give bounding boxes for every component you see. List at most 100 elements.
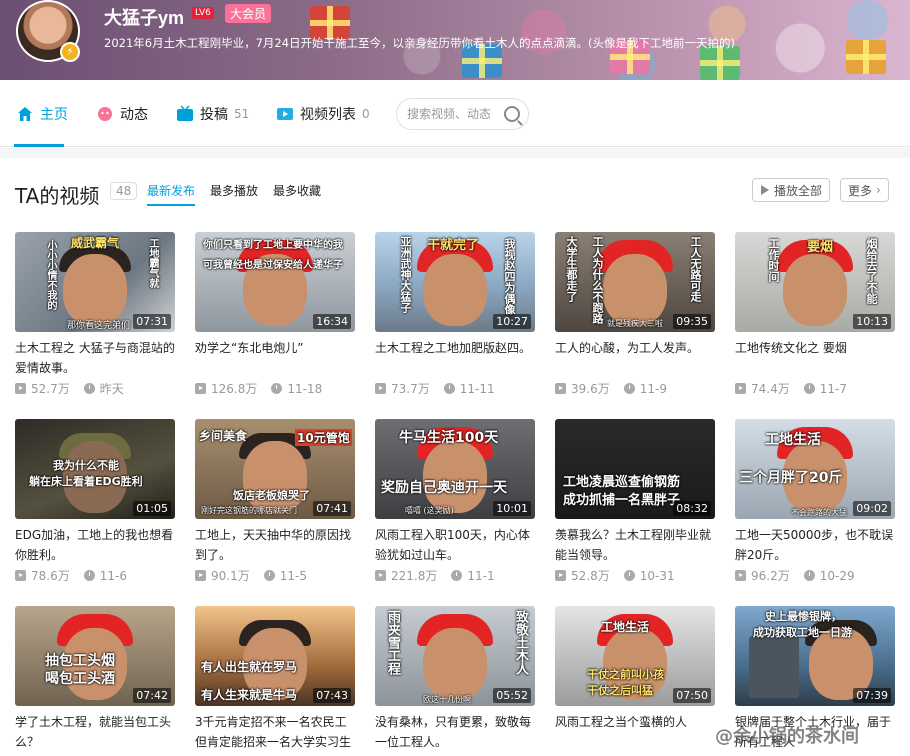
play-count-icon — [375, 383, 386, 394]
video-title[interactable]: 学了土木工程，就能当包工头么？ — [15, 712, 175, 752]
video-title[interactable]: EDG加油，工地上的我也想看你胜利。 — [15, 525, 175, 565]
clock-icon — [623, 570, 635, 581]
play-count-icon — [15, 383, 26, 394]
profile-signature: 2021年6月土木工程刚毕业，7月24日开始干施工至今，以亲身经历带你看土木人的… — [104, 36, 736, 50]
search-input[interactable]: 搜索视频、动态 — [396, 98, 529, 130]
clock-icon — [623, 383, 635, 394]
video-title[interactable]: 土木工程之工地加肥版赵四。 — [375, 338, 535, 378]
video-card[interactable]: 牛马生活100天 奖励自己奥迪开一天 嘻嘻 (这奖励) 10:01 风雨工程入职… — [375, 419, 537, 597]
video-thumbnail[interactable]: 要烟 工作时间 烟给去了不能 10:13 — [735, 232, 895, 332]
video-title[interactable]: 没有桑林，只有更累，致敬每一位工程人。 — [375, 712, 535, 752]
thumbnail-overlay-text: 工作时间 — [767, 238, 780, 282]
play-all-button[interactable]: 播放全部 — [752, 178, 831, 202]
video-duration: 09:35 — [673, 314, 711, 329]
tab-posts[interactable]: 投稿 51 — [176, 104, 249, 124]
video-duration: 10:01 — [493, 501, 531, 516]
thumbnail-overlay-text: 史上最惨银牌， — [765, 610, 842, 623]
video-card[interactable]: 威武霸气 小小小情不我的 工地霸气就 那你看这完弟们 07:31 土木工程之 大… — [15, 232, 177, 410]
tv-icon — [177, 105, 193, 121]
video-card[interactable]: 要烟 工作时间 烟给去了不能 10:13 工地传统文化之 要烟 74.4万 11… — [735, 232, 897, 410]
video-card[interactable]: 乡间美食 10元管饱 饭店老板娘哭了 刚好完这钢筋的哪店就关门 07:41 工地… — [195, 419, 357, 597]
video-card[interactable]: 你们只看到了工地上要中华的我 可我曾经也是过保安给人递华子 16:34 劝学之“… — [195, 232, 357, 410]
thumbnail-overlay-text: 可我曾经也是过保安给人递华子 — [203, 260, 343, 271]
video-thumbnail[interactable]: 雨夹雪工程 致敬土木人 欧这十几份啊 05:52 — [375, 606, 535, 706]
sort-latest[interactable]: 最新发布 — [147, 182, 195, 199]
thumbnail-overlay-text: 致敬土木人 — [513, 610, 528, 675]
sort-most-played[interactable]: 最多播放 — [210, 182, 258, 199]
publish-date: 11-18 — [287, 381, 323, 396]
tab-dynamic[interactable]: 动态 — [96, 104, 148, 124]
video-thumbnail[interactable]: 有人出生就在罗马 有人生来就是牛马 07:43 — [195, 606, 355, 706]
thumbnail-overlay-text: 工地生活 — [601, 620, 650, 634]
video-thumbnail[interactable]: 工地凌晨巡查偷钢筋 成功抓捕一名黑胖子 08:32 — [555, 419, 715, 519]
video-title[interactable]: 工人的心酸，为工人发声。 — [555, 338, 715, 378]
sort-most-favorited[interactable]: 最多收藏 — [273, 182, 321, 199]
video-thumbnail[interactable]: 你们只看到了工地上要中华的我 可我曾经也是过保安给人递华子 16:34 — [195, 232, 355, 332]
video-thumbnail[interactable]: 抽包工头烟 喝包工头酒 07:42 — [15, 606, 175, 706]
level-badge: LV6 — [192, 7, 214, 19]
dynamic-icon — [98, 107, 112, 121]
gift-box-icon — [700, 46, 740, 80]
video-thumbnail[interactable]: 工地生活 干仗之前叫小孩 干仗之后叫猛 07:50 — [555, 606, 715, 706]
video-card[interactable]: 工地生活 干仗之前叫小孩 干仗之后叫猛 07:50 风雨工程之当个蛮横的人 — [555, 606, 717, 756]
video-title[interactable]: 劝学之“东北电炮儿” — [195, 338, 355, 378]
search-icon[interactable] — [504, 106, 520, 122]
thumbnail-overlay-text: 三个月胖了20斤 — [739, 470, 843, 486]
video-thumbnail[interactable]: 乡间美食 10元管饱 饭店老板娘哭了 刚好完这钢筋的哪店就关门 07:41 — [195, 419, 355, 519]
gift-box-icon — [846, 40, 886, 74]
video-thumbnail[interactable]: 牛马生活100天 奖励自己奥迪开一天 嘻嘻 (这奖励) 10:01 — [375, 419, 535, 519]
video-title[interactable]: 工地传统文化之 要烟 — [735, 338, 895, 378]
video-thumbnail[interactable]: 我为什么不能 躺在床上看着EDG胜利 01:05 — [15, 419, 175, 519]
clock-icon — [271, 383, 283, 394]
home-icon — [18, 107, 32, 121]
video-thumbnail[interactable]: 工地生活 三个月胖了20斤 不会跑路的大猛 09:02 — [735, 419, 895, 519]
play-count-icon — [735, 570, 746, 581]
video-duration: 07:42 — [133, 688, 171, 703]
video-duration: 10:13 — [853, 314, 891, 329]
video-thumbnail[interactable]: 大学生都走了 工人为什么不跑路 工人无路可走 就是残疾大三啦 09:35 — [555, 232, 715, 332]
more-button[interactable]: 更多 › — [840, 178, 889, 202]
video-duration: 07:39 — [853, 688, 891, 703]
video-title[interactable]: 风雨工程之当个蛮横的人 — [555, 712, 715, 752]
video-title[interactable]: 风雨工程入职100天，内心体验犹如过山车。 — [375, 525, 535, 565]
tab-playlist[interactable]: 视频列表 0 — [276, 104, 370, 124]
video-card[interactable]: 干就完了 亚洲武神大猛子 我视赵四为偶像 10:27 土木工程之工地加肥版赵四。… — [375, 232, 537, 410]
video-title[interactable]: 羡慕我么？土木工程刚毕业就能当领导。 — [555, 525, 715, 565]
video-card[interactable]: 有人出生就在罗马 有人生来就是牛马 07:43 3千元肯定招不来一名农民工但肯定… — [195, 606, 357, 756]
video-meta: 52.8万 10-31 — [555, 567, 715, 584]
video-title[interactable]: 工地上，天天抽中华的原因找到了。 — [195, 525, 355, 565]
video-card[interactable]: 工地生活 三个月胖了20斤 不会跑路的大猛 09:02 工地一天50000步，也… — [735, 419, 897, 597]
username[interactable]: 大猛子ym — [104, 4, 184, 30]
thumbnail-overlay-text: 要烟 — [807, 240, 834, 255]
tab-home-label: 主页 — [40, 107, 68, 123]
play-count-icon — [195, 383, 206, 394]
publish-date: 11-1 — [467, 568, 495, 583]
tab-home[interactable]: 主页 — [16, 104, 68, 124]
video-thumbnail[interactable]: 干就完了 亚洲武神大猛子 我视赵四为偶像 10:27 — [375, 232, 535, 332]
thumbnail-figure — [423, 628, 487, 700]
publish-date: 11-11 — [459, 381, 495, 396]
video-card[interactable]: 工地凌晨巡查偷钢筋 成功抓捕一名黑胖子 08:32 羡慕我么？土木工程刚毕业就能… — [555, 419, 717, 597]
thumbnail-figure — [603, 254, 667, 326]
video-meta: 96.2万 10-29 — [735, 567, 895, 584]
video-title[interactable]: 3千元肯定招不来一名农民工但肯定能招来一名大学实习生 — [195, 712, 355, 752]
video-duration: 07:41 — [313, 501, 351, 516]
video-title[interactable]: 工地一天50000步，也不耽误胖20斤。 — [735, 525, 895, 565]
play-all-label: 播放全部 — [774, 183, 823, 198]
video-card[interactable]: 我为什么不能 躺在床上看着EDG胜利 01:05 EDG加油，工地上的我也想看你… — [15, 419, 177, 597]
video-card[interactable]: 雨夹雪工程 致敬土木人 欧这十几份啊 05:52 没有桑林，只有更累，致敬每一位… — [375, 606, 537, 756]
video-card[interactable]: 大学生都走了 工人为什么不跑路 工人无路可走 就是残疾大三啦 09:35 工人的… — [555, 232, 717, 410]
video-title[interactable]: 土木工程之 大猛子与商混站的爱情故事。 — [15, 338, 175, 378]
clock-icon — [443, 383, 455, 394]
clock-icon — [83, 383, 95, 394]
play-count-icon — [375, 570, 386, 581]
video-card[interactable]: 抽包工头烟 喝包工头酒 07:42 学了土木工程，就能当包工头么？ — [15, 606, 177, 756]
thumbnail-figure — [423, 254, 487, 326]
vip-badge[interactable]: 大会员 — [225, 4, 272, 23]
clock-icon — [803, 383, 815, 394]
video-thumbnail[interactable]: 威武霸气 小小小情不我的 工地霸气就 那你看这完弟们 07:31 — [15, 232, 175, 332]
publish-date: 11-5 — [279, 568, 307, 583]
play-count-icon — [555, 570, 566, 581]
video-meta: 39.6万 11-9 — [555, 380, 715, 397]
video-thumbnail[interactable]: 史上最惨银牌， 成功获取工地一日游 07:39 — [735, 606, 895, 706]
